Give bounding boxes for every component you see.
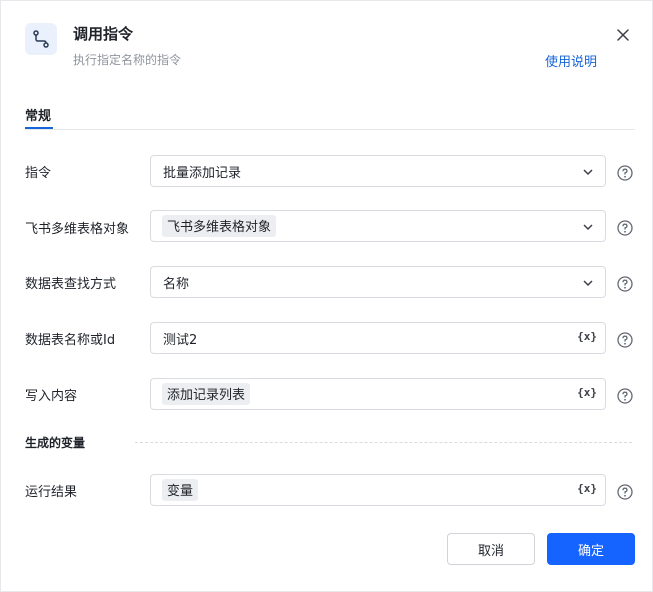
tab-general[interactable]: 常规 [25,105,51,124]
table-name-label: 数据表名称或Id [25,333,116,348]
dialog-subtitle: 执行指定名称的指令 [73,53,182,67]
lookup-method-value: 名称 [163,276,190,292]
command-label: 指令 [25,166,52,181]
write-content-input[interactable]: 添加记录列表 {x} [150,378,606,410]
table-name-value: 测试2 [163,332,198,348]
chevron-down-icon [583,280,593,287]
run-result-label: 运行结果 [25,485,78,500]
dialog-title: 调用指令 [73,25,134,43]
variable-insert-button[interactable]: {x} [577,330,597,343]
section-divider [135,442,632,443]
feishu-object-select[interactable]: 飞书多维表格对象 [150,210,606,242]
lookup-method-select[interactable]: 名称 [150,266,606,298]
table-name-input[interactable]: 测试2 {x} [150,322,606,354]
command-value: 批量添加记录 [163,165,242,181]
help-icon[interactable] [616,387,634,405]
lookup-method-label: 数据表查找方式 [25,277,117,292]
tab-divider [25,129,635,130]
run-result-input[interactable]: 变量 {x} [150,474,606,506]
help-icon[interactable] [616,483,634,501]
call-command-dialog: 调用指令 执行指定名称的指令 使用说明 常规 指令 批量添加记录 飞书多维表格对… [0,0,653,592]
help-icon[interactable] [616,331,634,349]
help-icon[interactable] [616,164,634,182]
generated-variables-heading: 生成的变量 [25,436,86,450]
confirm-button[interactable]: 确定 [547,533,635,565]
feishu-object-tag: 飞书多维表格对象 [162,215,277,237]
run-result-tag: 变量 [162,479,199,501]
chevron-down-icon [583,169,593,176]
write-content-label: 写入内容 [25,389,78,404]
write-content-tag: 添加记录列表 [162,383,251,405]
close-icon [617,29,629,41]
close-button[interactable] [613,25,633,45]
cancel-button[interactable]: 取消 [447,533,535,565]
command-flow-icon [25,23,57,55]
command-select[interactable]: 批量添加记录 [150,155,606,187]
help-link[interactable]: 使用说明 [545,51,597,70]
help-icon[interactable] [616,275,634,293]
variable-insert-button[interactable]: {x} [577,386,597,399]
variable-insert-button[interactable]: {x} [577,482,597,495]
chevron-down-icon [583,224,593,231]
feishu-object-label: 飞书多维表格对象 [25,222,130,237]
help-icon[interactable] [616,219,634,237]
